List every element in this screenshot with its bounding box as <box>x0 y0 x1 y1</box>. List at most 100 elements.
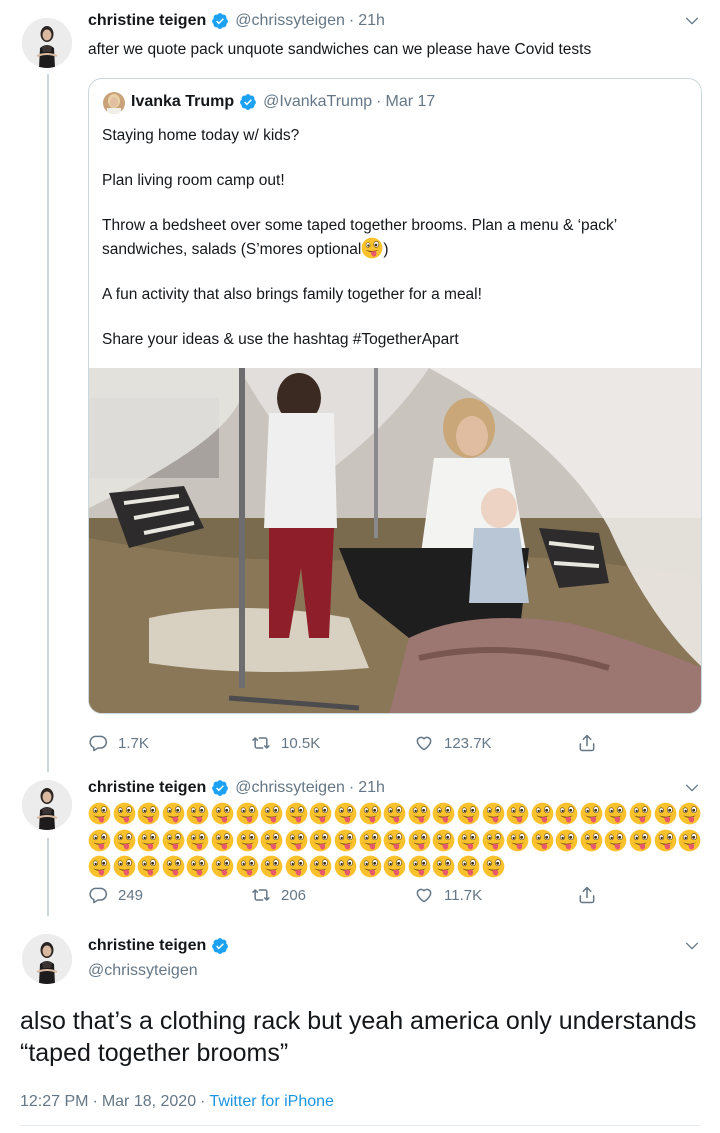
zany-face-emoji-icon <box>113 855 136 878</box>
thread-connector <box>47 74 49 772</box>
author-name[interactable]: christine teigen <box>88 12 206 30</box>
zany-face-emoji-icon <box>531 802 554 825</box>
author-name[interactable]: christine teigen <box>88 937 206 955</box>
separator-dot: · <box>376 93 382 110</box>
verified-badge-icon <box>211 12 229 30</box>
zany-face-emoji-icon <box>334 829 357 852</box>
zany-face-emoji-icon <box>236 802 259 825</box>
thread-connector <box>47 838 49 916</box>
zany-face-emoji-icon <box>334 802 357 825</box>
zany-face-emoji-icon <box>186 802 209 825</box>
verified-badge-icon <box>211 779 229 797</box>
tent-photo[interactable] <box>89 368 702 714</box>
tweet-time[interactable]: 12:27 PM <box>20 1093 88 1110</box>
share-icon <box>577 733 597 753</box>
zany-face-emoji-icon <box>654 829 677 852</box>
zany-face-emoji-icon <box>555 802 578 825</box>
reply-icon <box>88 733 108 753</box>
tweet-timestamp[interactable]: 21h <box>358 12 385 30</box>
reply-count: 249 <box>118 886 144 904</box>
tweet-date[interactable]: Mar 18, 2020 <box>102 1093 196 1110</box>
zany-face-emoji-icon <box>236 855 259 878</box>
author-handle[interactable]: @IvankaTrump <box>263 93 372 111</box>
zany-face-emoji-icon <box>162 802 185 825</box>
quote-paragraph: A fun activity that also brings family t… <box>102 286 482 303</box>
zany-face-emoji-icon <box>482 855 505 878</box>
zany-face-emoji-icon <box>457 829 480 852</box>
avatar[interactable] <box>22 18 72 68</box>
chevron-down-icon[interactable] <box>684 780 700 796</box>
zany-face-emoji-icon <box>211 855 234 878</box>
quote-paragraph-text: ) <box>383 241 389 258</box>
quote-paragraph: Throw a bedsheet over some taped togethe… <box>102 215 687 261</box>
reply-button[interactable]: 1.7K <box>88 733 251 753</box>
tweet-timestamp[interactable]: Mar 17 <box>386 93 436 111</box>
author-handle[interactable]: @chrissyteigen <box>235 779 345 797</box>
zany-face-emoji-icon <box>309 802 332 825</box>
zany-face-emoji-icon <box>383 802 406 825</box>
zany-face-emoji-icon <box>186 829 209 852</box>
author-name[interactable]: Ivanka Trump <box>131 93 234 111</box>
zany-face-emoji-icon <box>531 829 554 852</box>
tweet-text: also that’s a clothing rack but yeah ame… <box>20 1007 697 1067</box>
zany-face-emoji-icon <box>186 855 209 878</box>
zany-face-emoji-icon <box>88 855 111 878</box>
tweet-handle-row: @chrissyteigen <box>88 962 198 980</box>
zany-face-emoji-icon <box>555 829 578 852</box>
zany-face-emoji-icon <box>408 855 431 878</box>
retweet-count: 10.5K <box>281 734 321 752</box>
zany-face-emoji-icon <box>580 829 603 852</box>
zany-face-emoji-icon <box>432 855 455 878</box>
chevron-down-icon[interactable] <box>684 13 700 29</box>
like-button[interactable]: 123.7K <box>414 733 577 753</box>
tweet-timestamp[interactable]: 21h <box>358 779 385 797</box>
author-handle[interactable]: @chrissyteigen <box>235 12 345 30</box>
avatar[interactable] <box>22 780 72 830</box>
verified-badge-icon <box>211 937 229 955</box>
tweet-text: after we quote pack unquote sandwiches c… <box>88 41 592 58</box>
zany-face-emoji-icon <box>678 829 701 852</box>
zany-face-emoji-icon <box>654 802 677 825</box>
quoted-tweet-card[interactable]: Ivanka Trump @IvankaTrump · Mar 17 Stayi… <box>88 78 702 714</box>
zany-face-emoji-icon <box>408 829 431 852</box>
share-button[interactable] <box>577 733 607 753</box>
tweet-actions: 1.7K 10.5K 123.7K <box>88 732 607 754</box>
zany-face-emoji-icon <box>580 802 603 825</box>
retweet-button[interactable]: 10.5K <box>251 733 414 753</box>
zany-face-emoji-icon <box>482 829 505 852</box>
zany-face-emoji-icon <box>383 855 406 878</box>
quote-paragraph: Share your ideas & use the hashtag #Toge… <box>102 331 459 348</box>
zany-face-emoji-icon <box>383 829 406 852</box>
zany-face-emoji-icon <box>629 802 652 825</box>
like-button[interactable]: 11.7K <box>414 885 577 905</box>
tweet-source-link[interactable]: Twitter for iPhone <box>209 1093 334 1110</box>
share-button[interactable] <box>577 885 607 905</box>
zany-face-emoji-icon <box>137 829 160 852</box>
zany-face-emoji-icon <box>285 829 308 852</box>
zany-face-emoji-icon <box>285 855 308 878</box>
author-handle[interactable]: @chrissyteigen <box>88 962 198 980</box>
zany-face-emoji-icon <box>309 855 332 878</box>
avatar[interactable] <box>22 934 72 984</box>
tweet-header: christine teigen <box>88 937 235 955</box>
retweet-button[interactable]: 206 <box>251 885 414 905</box>
separator-dot: · <box>348 779 355 796</box>
author-name[interactable]: christine teigen <box>88 779 206 797</box>
zany-face-emoji-icon <box>137 802 160 825</box>
zany-face-emoji-icon <box>88 829 111 852</box>
zany-face-emoji-icon <box>604 829 627 852</box>
tweet-actions: 249 206 11.7K <box>88 884 607 906</box>
zany-face-emoji-icon <box>260 829 283 852</box>
zany-face-emoji-icon <box>137 855 160 878</box>
reply-count: 1.7K <box>118 734 149 752</box>
reply-button[interactable]: 249 <box>88 885 251 905</box>
chevron-down-icon[interactable] <box>684 938 700 954</box>
zany-face-emoji-icon <box>432 802 455 825</box>
avatar[interactable] <box>103 92 125 114</box>
zany-face-emoji-icon <box>285 802 308 825</box>
zany-face-emoji-icon <box>359 802 382 825</box>
tweet-header: christine teigen @chrissyteigen · 21h <box>88 779 385 797</box>
separator-dot: · <box>348 12 355 29</box>
reply-icon <box>88 885 108 905</box>
quoted-tweet-text: Staying home today w/ kids? Plan living … <box>102 125 687 374</box>
